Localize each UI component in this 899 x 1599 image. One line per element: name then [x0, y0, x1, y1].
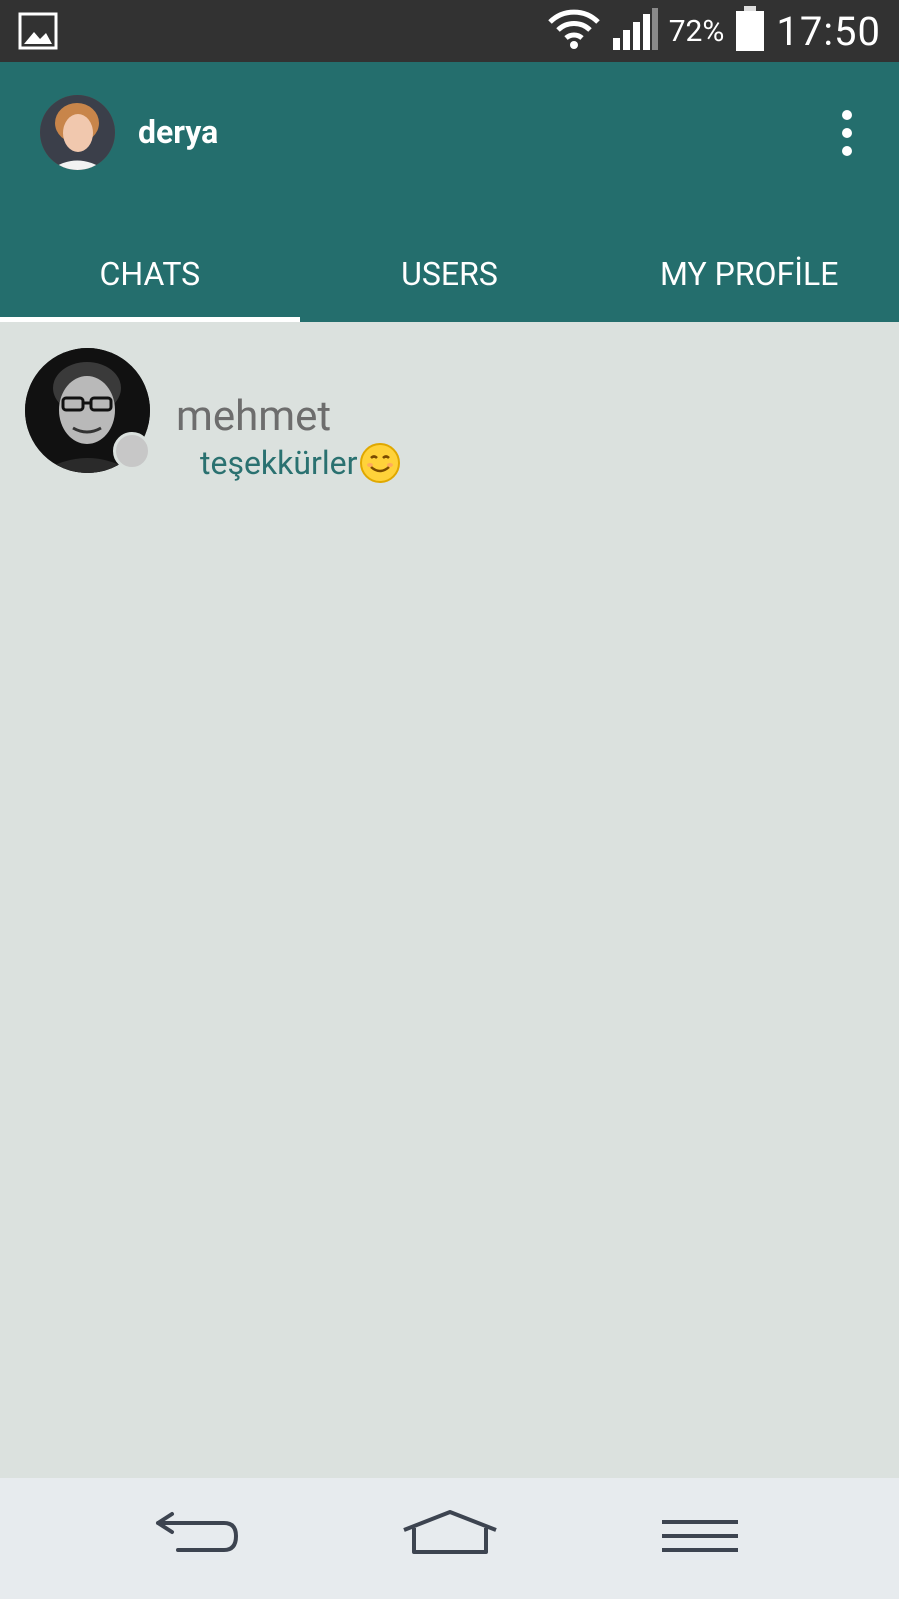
status-indicator — [113, 432, 151, 470]
overflow-menu-icon[interactable] — [835, 110, 859, 156]
tab-my-profile[interactable]: MY PROFİLE — [599, 225, 899, 322]
battery-percent: 72% — [668, 13, 725, 49]
tab-chats[interactable]: CHATS — [0, 225, 300, 322]
status-bar: 72% 17:50 — [0, 0, 899, 62]
clock: 17:50 — [776, 7, 881, 55]
smile-emoji-icon — [359, 442, 401, 484]
user-avatar[interactable] — [40, 95, 115, 170]
home-icon[interactable] — [400, 1508, 500, 1568]
image-icon — [18, 12, 58, 54]
back-icon[interactable] — [152, 1508, 242, 1568]
signal-icon — [611, 6, 659, 56]
contact-name: mehmet — [176, 392, 332, 441]
last-message: teşekkürler — [200, 442, 401, 484]
battery-icon — [734, 5, 766, 57]
navigation-bar — [0, 1478, 899, 1599]
tab-users[interactable]: USERS — [300, 225, 600, 322]
last-message-text: teşekkürler — [200, 444, 358, 482]
wifi-icon — [547, 8, 601, 54]
chat-list-item[interactable]: mehmet teşekkürler — [0, 322, 899, 492]
chat-list: mehmet teşekkürler — [0, 322, 899, 1478]
user-name: derya — [138, 113, 219, 151]
menu-icon[interactable] — [660, 1508, 740, 1568]
tab-bar: CHATS USERS MY PROFİLE — [0, 225, 899, 322]
